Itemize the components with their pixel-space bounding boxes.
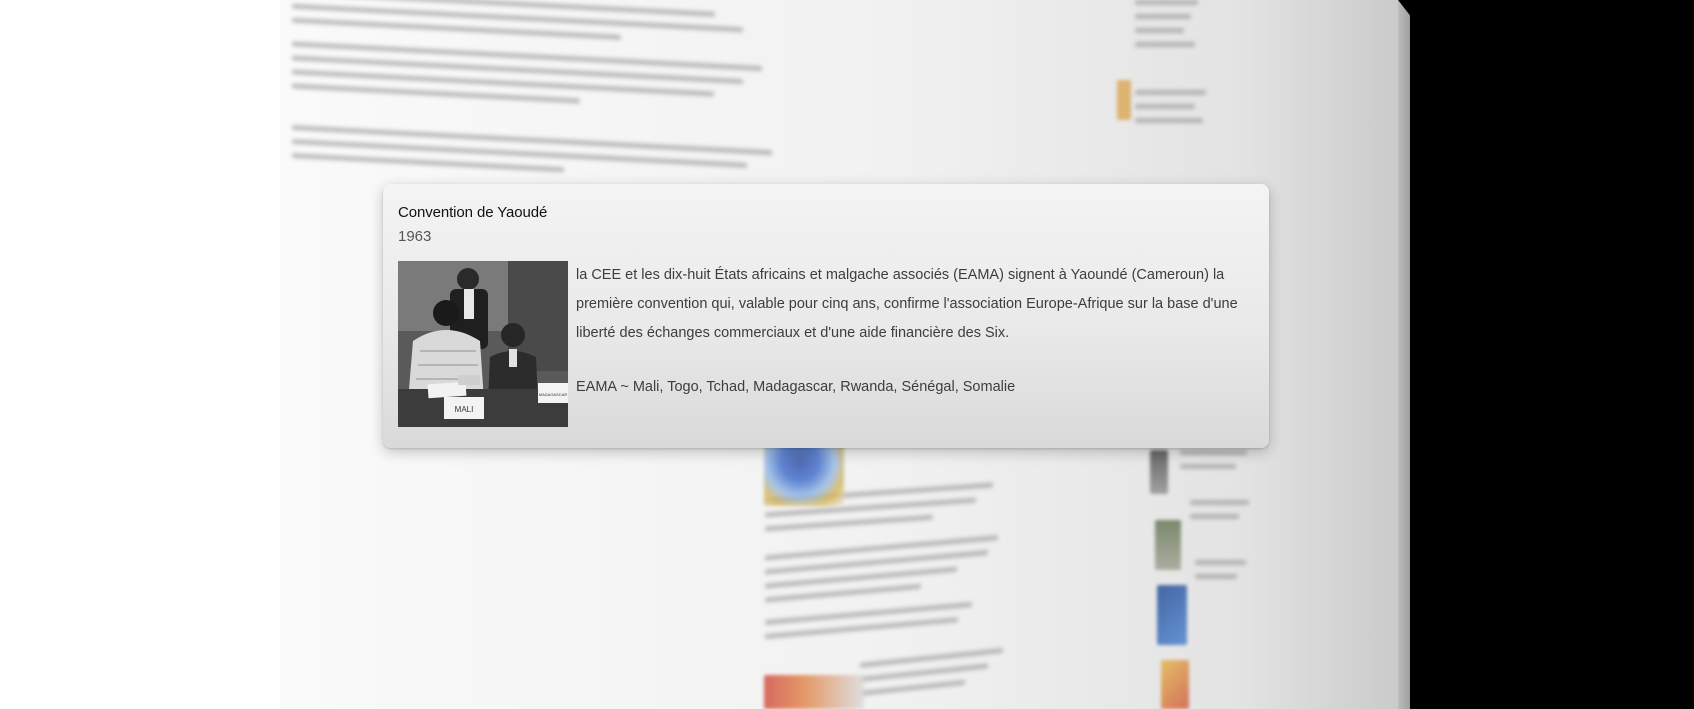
event-description: la CEE et les dix-huit États africains e… xyxy=(576,267,1238,341)
background-sidebar-text xyxy=(1195,560,1255,588)
background-sidebar-thumbnail xyxy=(1101,0,1137,54)
name-card-madagascar: MADAGASCAR xyxy=(539,392,568,397)
screen: Convention de Yaoudé 1963 MALI MADAGASCA… xyxy=(0,0,1694,709)
background-sidebar-thumbnail xyxy=(1155,520,1181,570)
event-title: Convention de Yaoudé xyxy=(398,204,548,221)
event-photo: MALI MADAGASCAR xyxy=(398,261,568,427)
signing-photo-image: MALI MADAGASCAR xyxy=(398,261,568,427)
background-page-edge xyxy=(1398,0,1410,709)
name-card-mali: MALI xyxy=(455,405,474,414)
background-sidebar-text xyxy=(1135,0,1205,56)
black-background xyxy=(1410,0,1694,709)
event-eama-members: EAMA ~ Mali, Togo, Tchad, Madagascar, Rw… xyxy=(576,379,1016,395)
timeline-event-popup[interactable]: Convention de Yaoudé 1963 MALI MADAGASCA… xyxy=(383,184,1269,448)
event-year: 1963 xyxy=(398,228,432,245)
background-sidebar-text xyxy=(1190,500,1255,528)
background-sidebar-text xyxy=(1135,90,1210,132)
background-sidebar-text xyxy=(1180,450,1250,478)
background-sidebar-thumbnail xyxy=(1117,80,1131,120)
background-sidebar-thumbnail xyxy=(1157,585,1187,645)
background-map-thumbnail xyxy=(764,675,864,709)
background-sidebar-thumbnail xyxy=(1161,660,1189,709)
background-sidebar-thumbnail xyxy=(1150,450,1168,494)
